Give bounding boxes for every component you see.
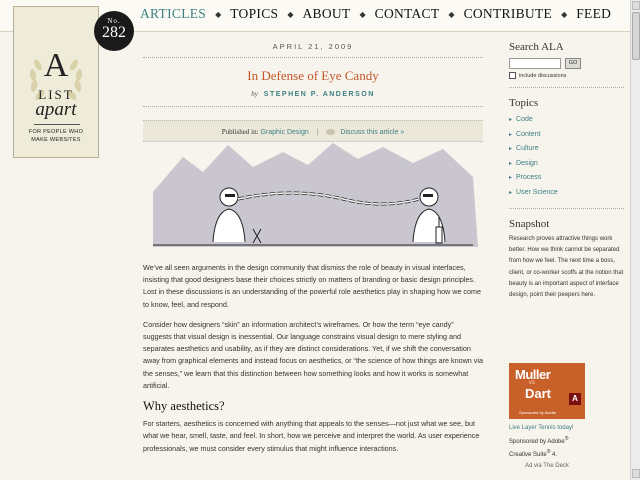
scroll-down-icon[interactable] (632, 469, 640, 478)
bullet-icon: ▸ (509, 189, 513, 196)
bullet-icon: ▸ (509, 131, 513, 138)
ad-sponsored: Sponsored by Adobe (519, 410, 557, 415)
site-logo[interactable]: A LIST apart FOR PEOPLE WHO MAKE WEBSITE… (13, 6, 99, 158)
divider (143, 106, 483, 107)
article-illustration (153, 143, 478, 247)
ad-via-link[interactable]: Ad via The Deck (525, 461, 624, 472)
separator: | (316, 129, 319, 136)
registered-icon: ® (564, 435, 569, 442)
bullet-icon: ▸ (509, 117, 513, 123)
article-date: APRIL 21, 2009 (272, 42, 354, 51)
nav-topics[interactable]: TOPICS (230, 6, 278, 22)
published-label: Published in: (221, 128, 259, 136)
scroll-up-icon[interactable] (632, 1, 640, 10)
article-paragraph: We’ve all seen arguments in the design c… (143, 263, 482, 309)
include-discussions-checkbox[interactable] (509, 72, 516, 79)
ad-suite-num: 4. (552, 452, 558, 458)
main-nav: ARTICLES ◆ TOPICS ◆ ABOUT ◆ CONTACT ◆ CO… (140, 6, 611, 22)
nav-separator-icon: ◆ (215, 9, 222, 19)
nav-separator-icon: ◆ (561, 9, 568, 19)
ad-suite: Creative Suite (509, 452, 547, 458)
divider (509, 87, 624, 88)
ad-text: Live Layer Tennis today! Sponsored by Ad… (509, 423, 624, 471)
sponsor-ad-banner[interactable]: Muller vs Dart A Sponsored by Adobe (509, 363, 585, 419)
registered-icon: ® (546, 449, 551, 455)
topic-process[interactable]: ▸ Process (509, 171, 624, 186)
snapshot-title: Snapshot (509, 218, 550, 230)
byline-by: by (251, 90, 258, 98)
nav-separator-icon: ◆ (287, 9, 294, 19)
topic-user-science[interactable]: ▸ User Science (509, 186, 624, 201)
bullet-icon: ▸ (509, 175, 513, 181)
snapshot-text: Research proves attractive things work b… (509, 236, 624, 299)
issue-badge[interactable]: No. 282 (94, 11, 134, 51)
ad-sponsor-line: Sponsored by Adobe (509, 438, 565, 445)
scroll-thumb[interactable] (632, 12, 640, 60)
discuss-link[interactable]: Discuss this article » (340, 129, 404, 136)
section-heading: Why aesthetics? (143, 399, 225, 414)
issue-number: 282 (102, 24, 126, 41)
nav-feed[interactable]: FEED (576, 6, 611, 22)
nav-separator-icon: ◆ (359, 9, 366, 19)
search-row: GO (509, 58, 624, 69)
category-link[interactable]: Graphic Design (260, 129, 308, 136)
logo-tagline: FOR PEOPLE WHO MAKE WEBSITES (28, 129, 84, 143)
logo-rule (34, 124, 80, 125)
byline: by STEPHEN P. ANDERSON (143, 90, 483, 98)
divider (143, 57, 483, 58)
adobe-logo-icon: A (569, 393, 581, 405)
sidebar: Search ALA GO include discussions Topics… (509, 32, 624, 301)
ad-line-1: Muller (515, 367, 551, 382)
article-paragraph: For starters, aesthetics is concerned wi… (143, 419, 480, 453)
nav-articles[interactable]: ARTICLES (140, 0, 206, 22)
nav-about[interactable]: ABOUT (302, 6, 350, 22)
article-body: We’ve all seen arguments in the design c… (143, 262, 483, 463)
ad-promo-link[interactable]: Live Layer Tennis today! (509, 423, 624, 434)
search-input[interactable] (509, 58, 561, 69)
logo-letter-a: A (43, 47, 69, 84)
vertical-scrollbar[interactable] (630, 0, 640, 480)
comment-bubble-icon (326, 129, 336, 136)
divider (509, 208, 624, 209)
topics-title: Topics (509, 97, 539, 109)
topics-list: ▸ Code ▸ Content ▸ Culture ▸ Design ▸ Process… (509, 113, 624, 200)
nav-contribute[interactable]: CONTRIBUTE (464, 6, 553, 22)
article-column: APRIL 21, 2009 In Defense of Eye Candy b… (143, 32, 483, 453)
include-discussions-label: include discussions (519, 72, 567, 79)
bullet-icon: ▸ (509, 146, 513, 152)
bullet-icon: ▸ (509, 160, 513, 167)
include-discussions-row: include discussions (509, 72, 624, 79)
topic-code[interactable]: ▸ Code (509, 113, 624, 128)
nav-separator-icon: ◆ (448, 9, 455, 19)
ad-line-2: Dart (525, 386, 552, 401)
search-title: Search ALA (509, 41, 564, 53)
nav-contact[interactable]: CONTACT (375, 6, 440, 22)
article-title[interactable]: In Defense of Eye Candy (143, 68, 483, 84)
go-button[interactable]: GO (565, 58, 581, 69)
topic-content[interactable]: ▸ Content (509, 128, 624, 143)
logo-apart: apart (35, 99, 77, 120)
author-link[interactable]: STEPHEN P. ANDERSON (264, 91, 375, 98)
article-paragraph: Consider how designers “skin” an informa… (143, 319, 483, 390)
topic-culture[interactable]: ▸ Culture (509, 142, 624, 157)
topic-design[interactable]: ▸ Design (509, 157, 624, 172)
